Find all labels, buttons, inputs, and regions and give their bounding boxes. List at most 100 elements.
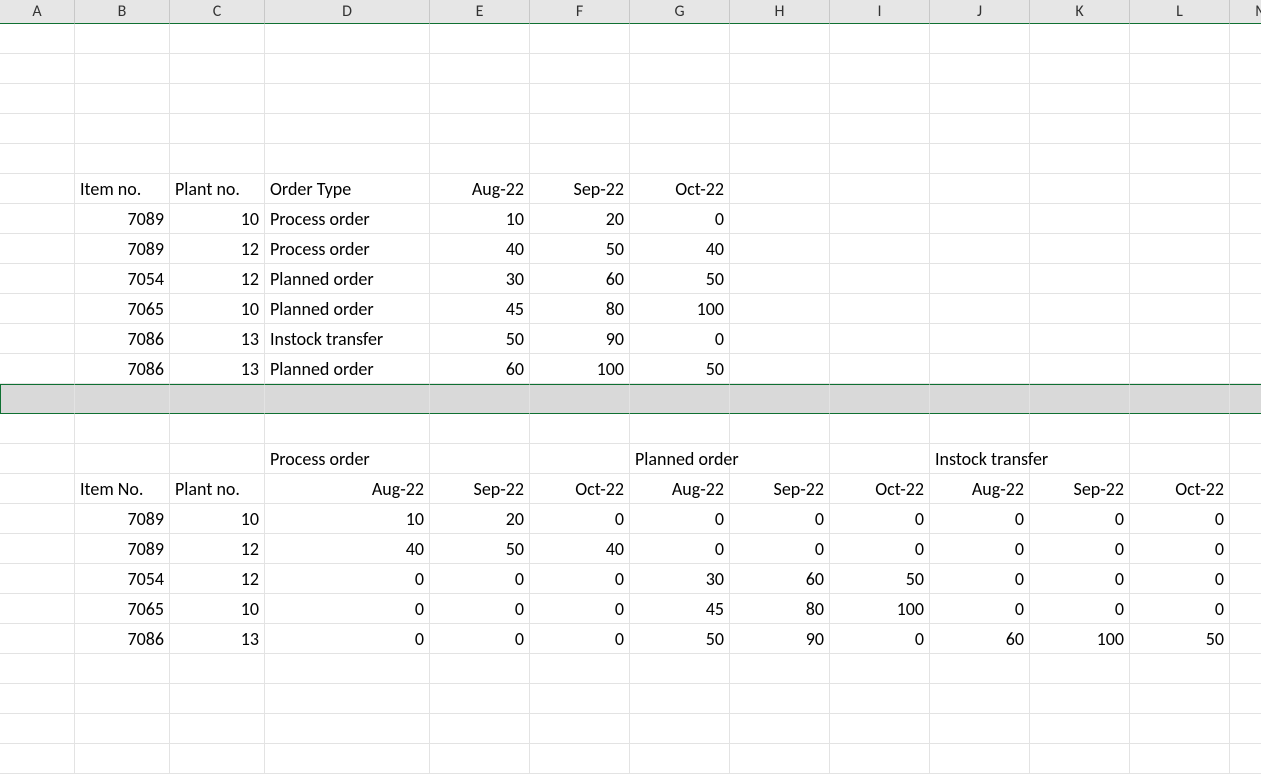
selected-row-cell[interactable]	[430, 384, 530, 414]
cell[interactable]	[265, 744, 430, 774]
cell[interactable]	[265, 84, 430, 114]
col-header-I[interactable]: I	[830, 0, 930, 24]
table-row[interactable]: 50	[530, 234, 630, 264]
cell[interactable]	[830, 264, 930, 294]
cell[interactable]	[730, 174, 830, 204]
table-row[interactable]: 100	[1030, 624, 1130, 654]
table-row[interactable]: 0	[530, 624, 630, 654]
cell[interactable]	[75, 84, 170, 114]
table-row[interactable]: 0	[930, 594, 1030, 624]
cell[interactable]	[830, 144, 930, 174]
cell[interactable]	[75, 144, 170, 174]
cell[interactable]	[1030, 654, 1130, 684]
cell[interactable]	[0, 174, 75, 204]
cell[interactable]	[1230, 624, 1261, 654]
table-row[interactable]: 45	[630, 594, 730, 624]
cell[interactable]	[0, 444, 75, 474]
cell[interactable]	[0, 684, 75, 714]
cell[interactable]	[830, 54, 930, 84]
table-row[interactable]: 40	[265, 534, 430, 564]
cell[interactable]	[170, 114, 265, 144]
table-row[interactable]: 100	[830, 594, 930, 624]
cell[interactable]	[1130, 354, 1230, 384]
cell[interactable]	[530, 744, 630, 774]
cell[interactable]	[1230, 654, 1261, 684]
cell[interactable]	[630, 114, 730, 144]
cell[interactable]	[730, 354, 830, 384]
table2-header-sep[interactable]: Sep-22	[430, 474, 530, 504]
table2-header-oct[interactable]: Oct-22	[530, 474, 630, 504]
cell[interactable]	[630, 144, 730, 174]
cell[interactable]	[170, 714, 265, 744]
cell[interactable]	[1230, 144, 1261, 174]
cell[interactable]	[265, 684, 430, 714]
cell[interactable]	[1230, 354, 1261, 384]
cell[interactable]	[0, 114, 75, 144]
cell[interactable]	[265, 54, 430, 84]
table-row[interactable]: 13	[170, 354, 265, 384]
table-row[interactable]: 7086	[75, 624, 170, 654]
table2-header-plant-no[interactable]: Plant no.	[170, 474, 265, 504]
cell[interactable]	[1230, 324, 1261, 354]
table1-header-item-no[interactable]: Item no.	[75, 174, 170, 204]
cell[interactable]	[1130, 54, 1230, 84]
table-row[interactable]: 0	[930, 504, 1030, 534]
cell[interactable]	[170, 654, 265, 684]
cell[interactable]	[530, 654, 630, 684]
cell[interactable]	[1230, 114, 1261, 144]
cell[interactable]	[0, 744, 75, 774]
col-header-M[interactable]: M	[1230, 0, 1261, 24]
cell[interactable]	[430, 24, 530, 54]
cell[interactable]	[830, 174, 930, 204]
cell[interactable]	[730, 414, 830, 444]
cell[interactable]	[265, 114, 430, 144]
table-row[interactable]: 0	[1130, 504, 1230, 534]
cell[interactable]	[1130, 414, 1230, 444]
table1-header-plant-no[interactable]: Plant no.	[170, 174, 265, 204]
cell[interactable]	[1130, 114, 1230, 144]
table-row[interactable]: 100	[630, 294, 730, 324]
cell[interactable]	[1030, 204, 1130, 234]
cell[interactable]	[1230, 54, 1261, 84]
table1-header-order-type[interactable]: Order Type	[265, 174, 430, 204]
table-row[interactable]: 0	[830, 534, 930, 564]
table1-header-aug[interactable]: Aug-22	[430, 174, 530, 204]
cell[interactable]	[1230, 444, 1261, 474]
table-row[interactable]: 50	[630, 624, 730, 654]
cell[interactable]	[930, 744, 1030, 774]
cell[interactable]	[0, 714, 75, 744]
cell[interactable]	[830, 684, 930, 714]
cell[interactable]	[1130, 234, 1230, 264]
table-row[interactable]: 0	[1030, 504, 1130, 534]
table-row[interactable]: 0	[1030, 594, 1130, 624]
cell[interactable]	[1230, 594, 1261, 624]
table-row[interactable]: 50	[830, 564, 930, 594]
table-row[interactable]: Process order	[265, 234, 430, 264]
cell[interactable]	[1230, 24, 1261, 54]
table-row[interactable]: 12	[170, 264, 265, 294]
cell[interactable]	[0, 144, 75, 174]
col-header-D[interactable]: D	[265, 0, 430, 24]
cell[interactable]	[1030, 714, 1130, 744]
cell[interactable]	[730, 684, 830, 714]
table-row[interactable]: Planned order	[265, 354, 430, 384]
table-row[interactable]: 30	[430, 264, 530, 294]
selected-row-cell[interactable]	[630, 384, 730, 414]
cell[interactable]	[0, 354, 75, 384]
table2-header-oct[interactable]: Oct-22	[830, 474, 930, 504]
table-row[interactable]: 0	[930, 564, 1030, 594]
cell[interactable]	[0, 324, 75, 354]
table-row[interactable]: 10	[170, 594, 265, 624]
table-row[interactable]: 0	[1130, 594, 1230, 624]
col-header-E[interactable]: E	[430, 0, 530, 24]
cell[interactable]	[1230, 234, 1261, 264]
cell[interactable]	[75, 654, 170, 684]
cell[interactable]	[170, 144, 265, 174]
cell[interactable]	[1030, 744, 1130, 774]
cell[interactable]	[830, 84, 930, 114]
table-row[interactable]: 0	[530, 594, 630, 624]
cell[interactable]	[730, 84, 830, 114]
cell[interactable]	[530, 114, 630, 144]
cell[interactable]	[1030, 84, 1130, 114]
cell[interactable]	[265, 714, 430, 744]
